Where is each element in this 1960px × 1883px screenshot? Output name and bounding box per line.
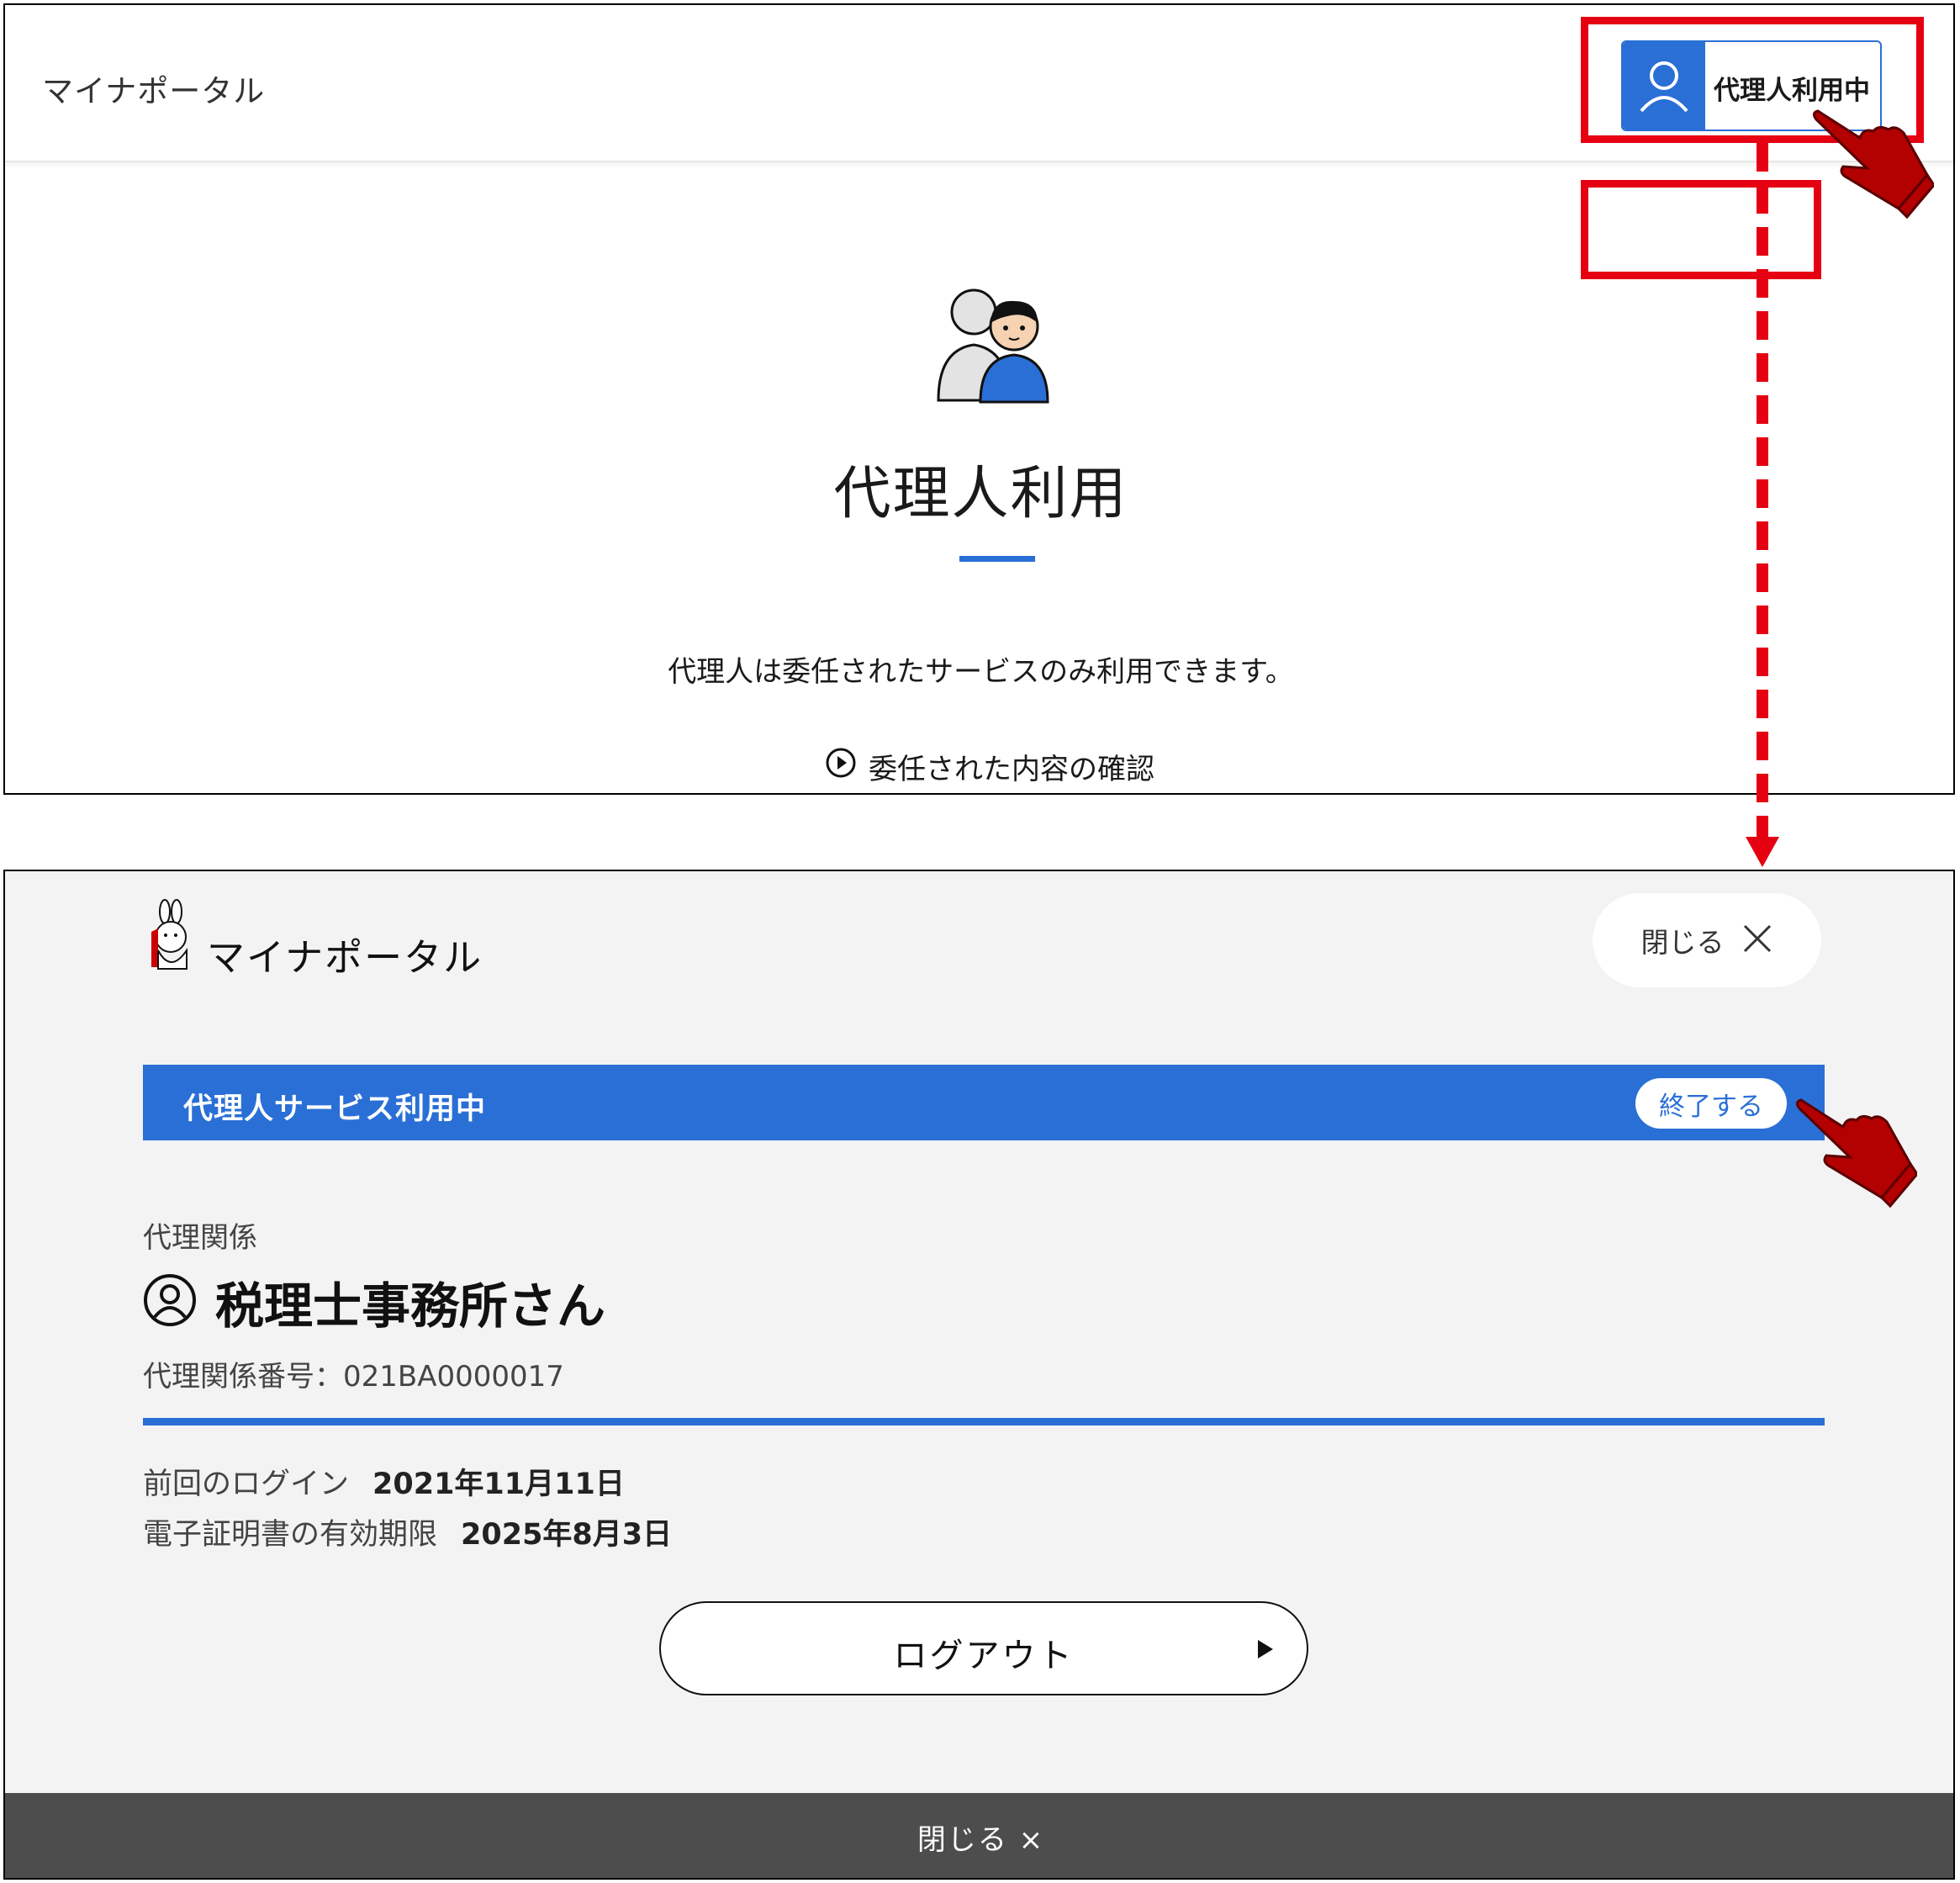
highlight-box — [1581, 180, 1821, 279]
cert-expiry-row: 電子証明書の有効期限 2025年8月3日 — [143, 1510, 672, 1553]
close-icon — [1741, 923, 1773, 958]
relation-caption: 代理関係 — [143, 1221, 257, 1255]
pointer-hand-icon — [1808, 109, 1936, 220]
page-title: 代理人利用 — [833, 461, 1128, 527]
proxy-menu-panel: マイナポータル 閉じる 代理人サービス利用中 終了する 代理関係 税理士事務所さ… — [3, 870, 1955, 1880]
logout-button[interactable]: ログアウト — [659, 1601, 1308, 1695]
proxy-illustration — [930, 274, 1065, 409]
play-triangle-icon — [1258, 1640, 1273, 1658]
footer-close-bar[interactable]: 閉じる × — [5, 1793, 1953, 1878]
last-login-row: 前回のログイン 2021年11月11日 — [143, 1460, 625, 1503]
pointer-hand-icon — [1791, 1098, 1919, 1209]
divider — [143, 1418, 1825, 1425]
relation-name: 税理士事務所さん — [215, 1277, 606, 1335]
mascot-logo-icon[interactable] — [140, 898, 198, 974]
page-description: 代理人は委任されたサービスのみ利用できます。 — [668, 655, 1294, 689]
close-button[interactable]: 閉じる — [1593, 893, 1821, 987]
proxy-service-label: 代理人サービス利用中 — [183, 1092, 487, 1126]
cert-expiry-value: 2025年8月3日 — [461, 1518, 673, 1552]
play-circle-icon — [825, 747, 857, 786]
relation-number: 代理関係番号：021BA0000017 — [143, 1360, 564, 1394]
close-button-label: 閉じる — [1640, 926, 1725, 959]
last-login-value: 2021年11月11日 — [372, 1468, 625, 1501]
logout-label: ログアウト — [893, 1637, 1075, 1675]
site-logo[interactable]: マイナポータル — [42, 66, 265, 111]
proxy-service-bar: 代理人サービス利用中 終了する — [143, 1065, 1825, 1140]
title-underline — [959, 556, 1035, 562]
end-proxy-button[interactable]: 終了する — [1635, 1078, 1787, 1129]
arrow-head — [1746, 837, 1779, 867]
delegation-content-label: 委任された内容の確認 — [869, 752, 1154, 786]
delegation-content-link[interactable]: 委任された内容の確認 — [825, 745, 1154, 787]
user-circle-icon — [143, 1273, 197, 1327]
last-login-label: 前回のログイン — [143, 1468, 350, 1501]
cert-expiry-label: 電子証明書の有効期限 — [143, 1518, 438, 1552]
site-logo[interactable]: マイナポータル — [207, 927, 483, 981]
